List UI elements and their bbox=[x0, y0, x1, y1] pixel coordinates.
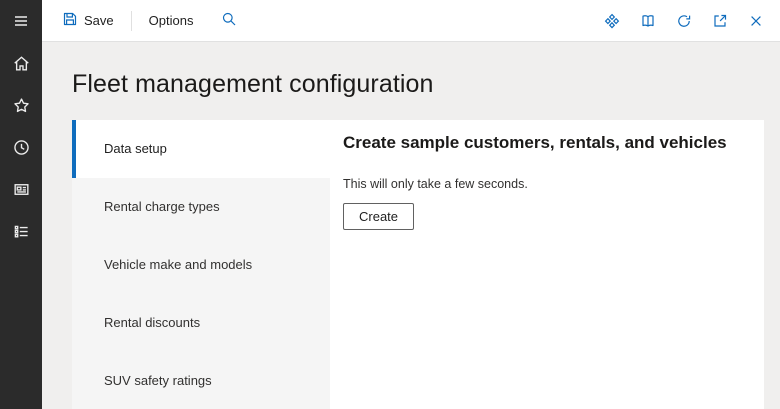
close-icon[interactable] bbox=[742, 7, 770, 35]
favorites-star-icon[interactable] bbox=[0, 84, 42, 126]
home-icon[interactable] bbox=[0, 42, 42, 84]
topbar-right-icons bbox=[598, 7, 780, 35]
create-button[interactable]: Create bbox=[343, 203, 414, 230]
tab-vehicle-make-and-models[interactable]: Vehicle make and models bbox=[72, 236, 330, 294]
vertical-tab-list: Data setup Rental charge types Vehicle m… bbox=[72, 120, 330, 409]
commandbar-divider bbox=[131, 11, 132, 31]
options-menu-button[interactable]: Options bbox=[145, 0, 198, 42]
content-heading: Create sample customers, rentals, and ve… bbox=[343, 133, 744, 153]
open-new-window-icon[interactable] bbox=[706, 7, 734, 35]
tab-data-setup[interactable]: Data setup bbox=[72, 120, 330, 178]
save-button[interactable]: Save bbox=[58, 0, 118, 42]
configuration-card: Data setup Rental charge types Vehicle m… bbox=[72, 120, 764, 409]
modules-icon[interactable] bbox=[0, 210, 42, 252]
page-title: Fleet management configuration bbox=[72, 70, 434, 99]
search-button[interactable] bbox=[217, 0, 241, 42]
save-button-label: Save bbox=[84, 13, 114, 28]
tab-suv-safety-ratings[interactable]: SUV safety ratings bbox=[72, 351, 330, 409]
tab-rental-discounts[interactable]: Rental discounts bbox=[72, 293, 330, 351]
command-bar: Save Options bbox=[42, 0, 780, 42]
tab-content-panel: Create sample customers, rentals, and ve… bbox=[330, 120, 764, 409]
recent-clock-icon[interactable] bbox=[0, 126, 42, 168]
tab-rental-charge-types[interactable]: Rental charge types bbox=[72, 178, 330, 236]
mobile-companion-icon[interactable] bbox=[634, 7, 662, 35]
save-icon bbox=[62, 11, 78, 30]
options-menu-label: Options bbox=[149, 13, 194, 28]
hamburger-menu-icon[interactable] bbox=[0, 0, 42, 42]
left-nav-rail bbox=[0, 0, 42, 409]
content-description: This will only take a few seconds. bbox=[343, 177, 744, 191]
task-flows-icon[interactable] bbox=[598, 7, 626, 35]
refresh-icon[interactable] bbox=[670, 7, 698, 35]
main-area: Fleet management configuration Data setu… bbox=[42, 42, 780, 409]
search-icon bbox=[221, 11, 237, 30]
workspaces-icon[interactable] bbox=[0, 168, 42, 210]
